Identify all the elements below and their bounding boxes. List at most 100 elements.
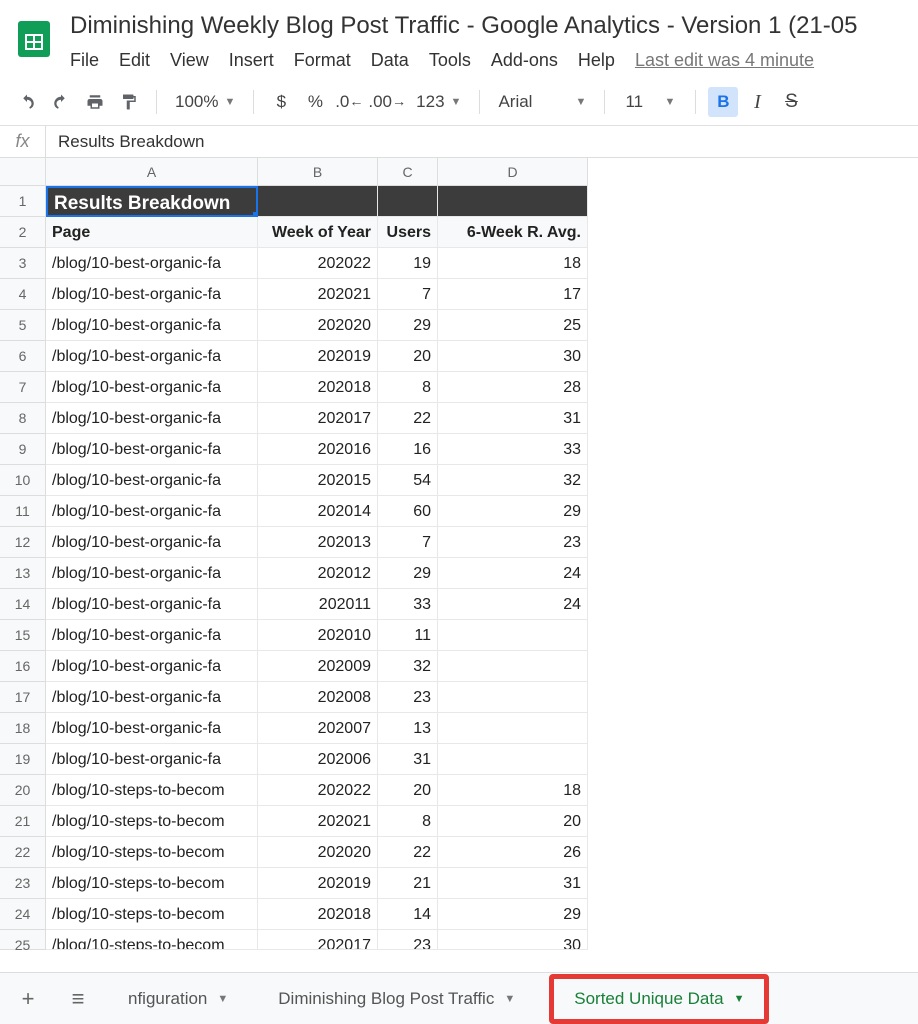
header-page[interactable]: Page [46, 217, 258, 248]
cell-week[interactable]: 202012 [258, 558, 378, 589]
font-dropdown[interactable]: Arial▼ [492, 87, 592, 117]
cell-week[interactable]: 202018 [258, 372, 378, 403]
row-header[interactable]: 25 [0, 930, 46, 950]
cell[interactable] [258, 186, 378, 217]
decrease-decimal-button[interactable]: .0← [334, 87, 364, 117]
row-header[interactable]: 8 [0, 403, 46, 434]
cell-users[interactable]: 7 [378, 527, 438, 558]
cell-week[interactable]: 202016 [258, 434, 378, 465]
cell-users[interactable]: 22 [378, 403, 438, 434]
cell-users[interactable]: 7 [378, 279, 438, 310]
cell-page[interactable]: /blog/10-best-organic-fa [46, 372, 258, 403]
sheet-tab-diminishing[interactable]: Diminishing Blog Post Traffic▼ [262, 981, 531, 1017]
cell-users[interactable]: 60 [378, 496, 438, 527]
cell-avg[interactable]: 26 [438, 837, 588, 868]
cell-week[interactable]: 202015 [258, 465, 378, 496]
row-header[interactable]: 21 [0, 806, 46, 837]
cell-page[interactable]: /blog/10-steps-to-becom [46, 899, 258, 930]
cell-week[interactable]: 202020 [258, 310, 378, 341]
menu-insert[interactable]: Insert [229, 50, 274, 71]
cell-week[interactable]: 202019 [258, 868, 378, 899]
menu-data[interactable]: Data [371, 50, 409, 71]
cell-week[interactable]: 202006 [258, 744, 378, 775]
row-header[interactable]: 6 [0, 341, 46, 372]
font-size-dropdown[interactable]: 11 ▼ [617, 87, 683, 117]
row-header[interactable]: 11 [0, 496, 46, 527]
select-all-corner[interactable] [0, 158, 46, 186]
row-header[interactable]: 12 [0, 527, 46, 558]
menu-edit[interactable]: Edit [119, 50, 150, 71]
col-header-a[interactable]: A [46, 158, 258, 186]
cell-week[interactable]: 202021 [258, 279, 378, 310]
document-title[interactable]: Diminishing Weekly Blog Post Traffic - G… [70, 8, 906, 40]
cell[interactable] [438, 186, 588, 217]
cell-week[interactable]: 202017 [258, 403, 378, 434]
cell-week[interactable]: 202010 [258, 620, 378, 651]
cell-avg[interactable]: 28 [438, 372, 588, 403]
cell-avg[interactable]: 24 [438, 589, 588, 620]
row-header[interactable]: 14 [0, 589, 46, 620]
cell-week[interactable]: 202008 [258, 682, 378, 713]
col-header-d[interactable]: D [438, 158, 588, 186]
print-button[interactable] [80, 87, 110, 117]
cell-users[interactable]: 20 [378, 341, 438, 372]
cell-page[interactable]: /blog/10-steps-to-becom [46, 868, 258, 899]
cell-users[interactable]: 23 [378, 930, 438, 950]
cell-avg[interactable] [438, 682, 588, 713]
cell-users[interactable]: 29 [378, 558, 438, 589]
header-avg[interactable]: 6-Week R. Avg. [438, 217, 588, 248]
cell-users[interactable]: 22 [378, 837, 438, 868]
cell-avg[interactable]: 31 [438, 868, 588, 899]
fx-icon[interactable]: fx [0, 126, 46, 157]
cell-users[interactable]: 11 [378, 620, 438, 651]
cell-page[interactable]: /blog/10-steps-to-becom [46, 806, 258, 837]
row-header[interactable]: 4 [0, 279, 46, 310]
last-edit-link[interactable]: Last edit was 4 minute [635, 50, 814, 71]
cell-page[interactable]: /blog/10-best-organic-fa [46, 527, 258, 558]
col-header-c[interactable]: C [378, 158, 438, 186]
cell-users[interactable]: 20 [378, 775, 438, 806]
header-users[interactable]: Users [378, 217, 438, 248]
cell-avg[interactable]: 31 [438, 403, 588, 434]
row-header[interactable]: 5 [0, 310, 46, 341]
row-header[interactable]: 22 [0, 837, 46, 868]
cell-page[interactable]: /blog/10-best-organic-fa [46, 434, 258, 465]
cell-week[interactable]: 202011 [258, 589, 378, 620]
cell-avg[interactable]: 23 [438, 527, 588, 558]
cell-avg[interactable]: 29 [438, 899, 588, 930]
cell-avg[interactable]: 25 [438, 310, 588, 341]
increase-decimal-button[interactable]: .00→ [368, 87, 406, 117]
cell-week[interactable]: 202014 [258, 496, 378, 527]
cell-users[interactable]: 16 [378, 434, 438, 465]
currency-button[interactable]: $ [266, 87, 296, 117]
col-header-b[interactable]: B [258, 158, 378, 186]
menu-format[interactable]: Format [294, 50, 351, 71]
cell-week[interactable]: 202021 [258, 806, 378, 837]
cell-page[interactable]: /blog/10-best-organic-fa [46, 403, 258, 434]
cell-avg[interactable]: 29 [438, 496, 588, 527]
cell-avg[interactable] [438, 620, 588, 651]
cell-users[interactable]: 23 [378, 682, 438, 713]
redo-button[interactable] [46, 87, 76, 117]
cell-week[interactable]: 202007 [258, 713, 378, 744]
cell-page[interactable]: /blog/10-steps-to-becom [46, 930, 258, 950]
cell-users[interactable]: 19 [378, 248, 438, 279]
cell-users[interactable]: 31 [378, 744, 438, 775]
cell-users[interactable]: 13 [378, 713, 438, 744]
row-header[interactable]: 18 [0, 713, 46, 744]
cell-page[interactable]: /blog/10-best-organic-fa [46, 589, 258, 620]
cell-users[interactable]: 54 [378, 465, 438, 496]
cell-page[interactable]: /blog/10-best-organic-fa [46, 713, 258, 744]
cell-avg[interactable]: 30 [438, 341, 588, 372]
row-header[interactable]: 1 [0, 186, 46, 217]
row-header[interactable]: 9 [0, 434, 46, 465]
cell-week[interactable]: 202022 [258, 775, 378, 806]
row-header[interactable]: 7 [0, 372, 46, 403]
cell-week[interactable]: 202019 [258, 341, 378, 372]
row-header[interactable]: 19 [0, 744, 46, 775]
cell-week[interactable]: 202017 [258, 930, 378, 950]
row-header[interactable]: 16 [0, 651, 46, 682]
row-header[interactable]: 20 [0, 775, 46, 806]
menu-help[interactable]: Help [578, 50, 615, 71]
cell-users[interactable]: 32 [378, 651, 438, 682]
